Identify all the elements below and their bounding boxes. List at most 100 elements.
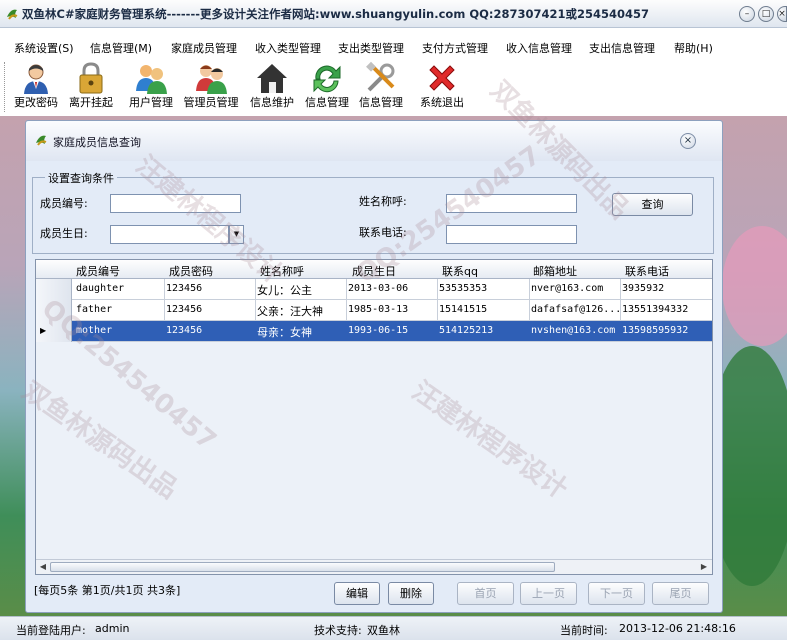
info-management-button[interactable]: 信息管理 — [301, 58, 353, 114]
scroll-right-icon[interactable]: ▶ — [698, 561, 710, 573]
col-qq[interactable]: 联系qq — [442, 263, 478, 279]
chevron-down-icon[interactable]: ▼ — [229, 225, 244, 244]
refresh-icon — [313, 65, 341, 93]
dialog-header: 家庭成员信息查询 × — [26, 121, 722, 161]
current-time-value: 2013-12-06 21:48:16 — [619, 622, 736, 635]
info-management-tools-button[interactable]: 信息管理 — [355, 58, 407, 114]
menu-expense-types[interactable]: 支出类型管理 — [338, 40, 404, 56]
col-name[interactable]: 姓名称呼 — [260, 263, 304, 279]
admin-management-button[interactable]: 管理员管理 — [181, 58, 241, 114]
padlock-icon — [79, 62, 103, 94]
first-page-button[interactable]: 首页 — [457, 582, 514, 605]
cell-name: 女儿：公主 — [257, 284, 312, 297]
toolbar-grip — [4, 62, 6, 112]
birthday-picker[interactable] — [110, 225, 229, 244]
toolbar-label: 信息管理 — [305, 96, 349, 109]
search-button[interactable]: 查询 — [612, 193, 693, 216]
scrollbar-thumb[interactable] — [50, 562, 555, 572]
current-time-label: 当前时间: — [560, 624, 608, 637]
admins-icon — [196, 65, 227, 94]
cell-password: 123456 — [166, 304, 203, 315]
toolbar-label: 管理员管理 — [183, 96, 239, 109]
toolbar-label: 用户管理 — [129, 96, 173, 109]
phone-input[interactable] — [446, 225, 577, 244]
col-member-no[interactable]: 成员编号 — [76, 263, 120, 279]
cell-email: nvshen@163.com — [531, 325, 616, 336]
row-header[interactable]: ▶ — [36, 321, 72, 342]
user-management-button[interactable]: 用户管理 — [124, 58, 178, 114]
cell-name: 母亲：女神 — [257, 326, 312, 339]
toolbar-label: 信息管理 — [359, 96, 403, 109]
cell-qq: 53535353 — [439, 283, 488, 294]
menu-family-members[interactable]: 家庭成员管理 — [171, 40, 237, 56]
system-exit-button[interactable]: 系统退出 — [416, 58, 468, 114]
menu-income-types[interactable]: 收入类型管理 — [255, 40, 321, 56]
scroll-left-icon[interactable]: ◀ — [37, 561, 49, 573]
row-pointer-icon: ▶ — [40, 326, 47, 335]
horizontal-scrollbar[interactable]: ◀ ▶ — [36, 559, 712, 574]
edit-button[interactable]: 编辑 — [334, 582, 380, 605]
background-scenery — [722, 226, 787, 586]
lock-suspend-button[interactable]: 离开挂起 — [64, 58, 118, 114]
cell-birthday: 2013-03-06 — [348, 283, 409, 294]
grid-header: 成员编号 成员密码 姓名称呼 成员生日 联系qq 邮箱地址 联系电话 — [36, 260, 712, 279]
members-grid[interactable]: 成员编号 成员密码 姓名称呼 成员生日 联系qq 邮箱地址 联系电话 daugh… — [35, 259, 713, 575]
cell-member-no: daughter — [76, 283, 125, 294]
row-header[interactable] — [36, 279, 72, 300]
cell-password: 123456 — [166, 325, 203, 336]
table-row-selected[interactable]: ▶ mother 123456 母亲：女神 1993-06-15 5141252… — [36, 321, 712, 342]
menu-info-management[interactable]: 信息管理(M) — [90, 40, 152, 56]
toolbar: 更改密码 离开挂起 用户管理 管理员管理 信息维护 信息管理 信息管理 系统退出 — [0, 58, 787, 116]
login-user-label: 当前登陆用户: — [16, 624, 86, 637]
last-page-button[interactable]: 尾页 — [652, 582, 709, 605]
info-maintenance-button[interactable]: 信息维护 — [246, 58, 298, 114]
col-phone[interactable]: 联系电话 — [625, 263, 669, 279]
table-row[interactable]: daughter 123456 女儿：公主 2013-03-06 5353535… — [36, 279, 712, 300]
col-member-password[interactable]: 成员密码 — [169, 263, 213, 279]
prev-page-button[interactable]: 上一页 — [520, 582, 577, 605]
cell-member-no: father — [76, 304, 113, 315]
support-label: 技术支持: — [314, 624, 362, 637]
delete-button[interactable]: 删除 — [388, 582, 434, 605]
app-fish-icon — [36, 135, 47, 146]
menu-expense-info[interactable]: 支出信息管理 — [589, 40, 655, 56]
app-fish-icon — [7, 9, 18, 20]
query-group-legend: 设置查询条件 — [45, 170, 117, 186]
cell-name: 父亲：汪大神 — [257, 305, 323, 318]
table-row[interactable]: father 123456 父亲：汪大神 1985-03-13 15141515… — [36, 300, 712, 321]
toolbar-label: 离开挂起 — [69, 96, 113, 109]
menu-bar: 系统设置(S) 信息管理(M) 家庭成员管理 收入类型管理 支出类型管理 支付方… — [0, 28, 787, 58]
cell-password: 123456 — [166, 283, 203, 294]
minimize-button[interactable]: – — [739, 6, 755, 22]
cell-phone: 13551394332 — [622, 304, 689, 315]
cell-phone: 13598595932 — [622, 325, 689, 336]
member-no-label: 成员编号: — [40, 197, 88, 210]
cell-birthday: 1993-06-15 — [348, 325, 409, 336]
dialog-title: 家庭成员信息查询 — [53, 136, 141, 149]
user-key-icon — [24, 64, 48, 94]
change-password-button[interactable]: 更改密码 — [10, 58, 62, 114]
exit-icon — [429, 65, 455, 91]
col-email[interactable]: 邮箱地址 — [533, 263, 577, 279]
next-page-button[interactable]: 下一页 — [588, 582, 645, 605]
birthday-label: 成员生日: — [40, 227, 88, 240]
member-no-input[interactable] — [110, 194, 241, 213]
dialog-close-button[interactable]: × — [680, 133, 696, 149]
menu-help[interactable]: 帮助(H) — [674, 40, 713, 56]
tools-icon — [366, 61, 395, 92]
window-title: 双鱼林C#家庭财务管理系统-------更多设计关注作者网站:www.shuan… — [22, 7, 649, 21]
toolbar-label: 更改密码 — [14, 96, 58, 109]
login-user-value: admin — [95, 622, 130, 635]
menu-system-settings[interactable]: 系统设置(S) — [14, 40, 74, 56]
maximize-button[interactable]: □ — [758, 6, 774, 22]
close-window-button[interactable]: × — [777, 6, 787, 22]
row-header[interactable] — [36, 300, 72, 321]
users-icon — [136, 65, 167, 94]
phone-label: 联系电话: — [359, 226, 407, 239]
cell-birthday: 1985-03-13 — [348, 304, 409, 315]
name-input[interactable] — [446, 194, 577, 213]
col-birthday[interactable]: 成员生日 — [352, 263, 396, 279]
menu-payment-methods[interactable]: 支付方式管理 — [422, 40, 488, 56]
toolbar-label: 系统退出 — [420, 96, 464, 109]
menu-income-info[interactable]: 收入信息管理 — [506, 40, 572, 56]
